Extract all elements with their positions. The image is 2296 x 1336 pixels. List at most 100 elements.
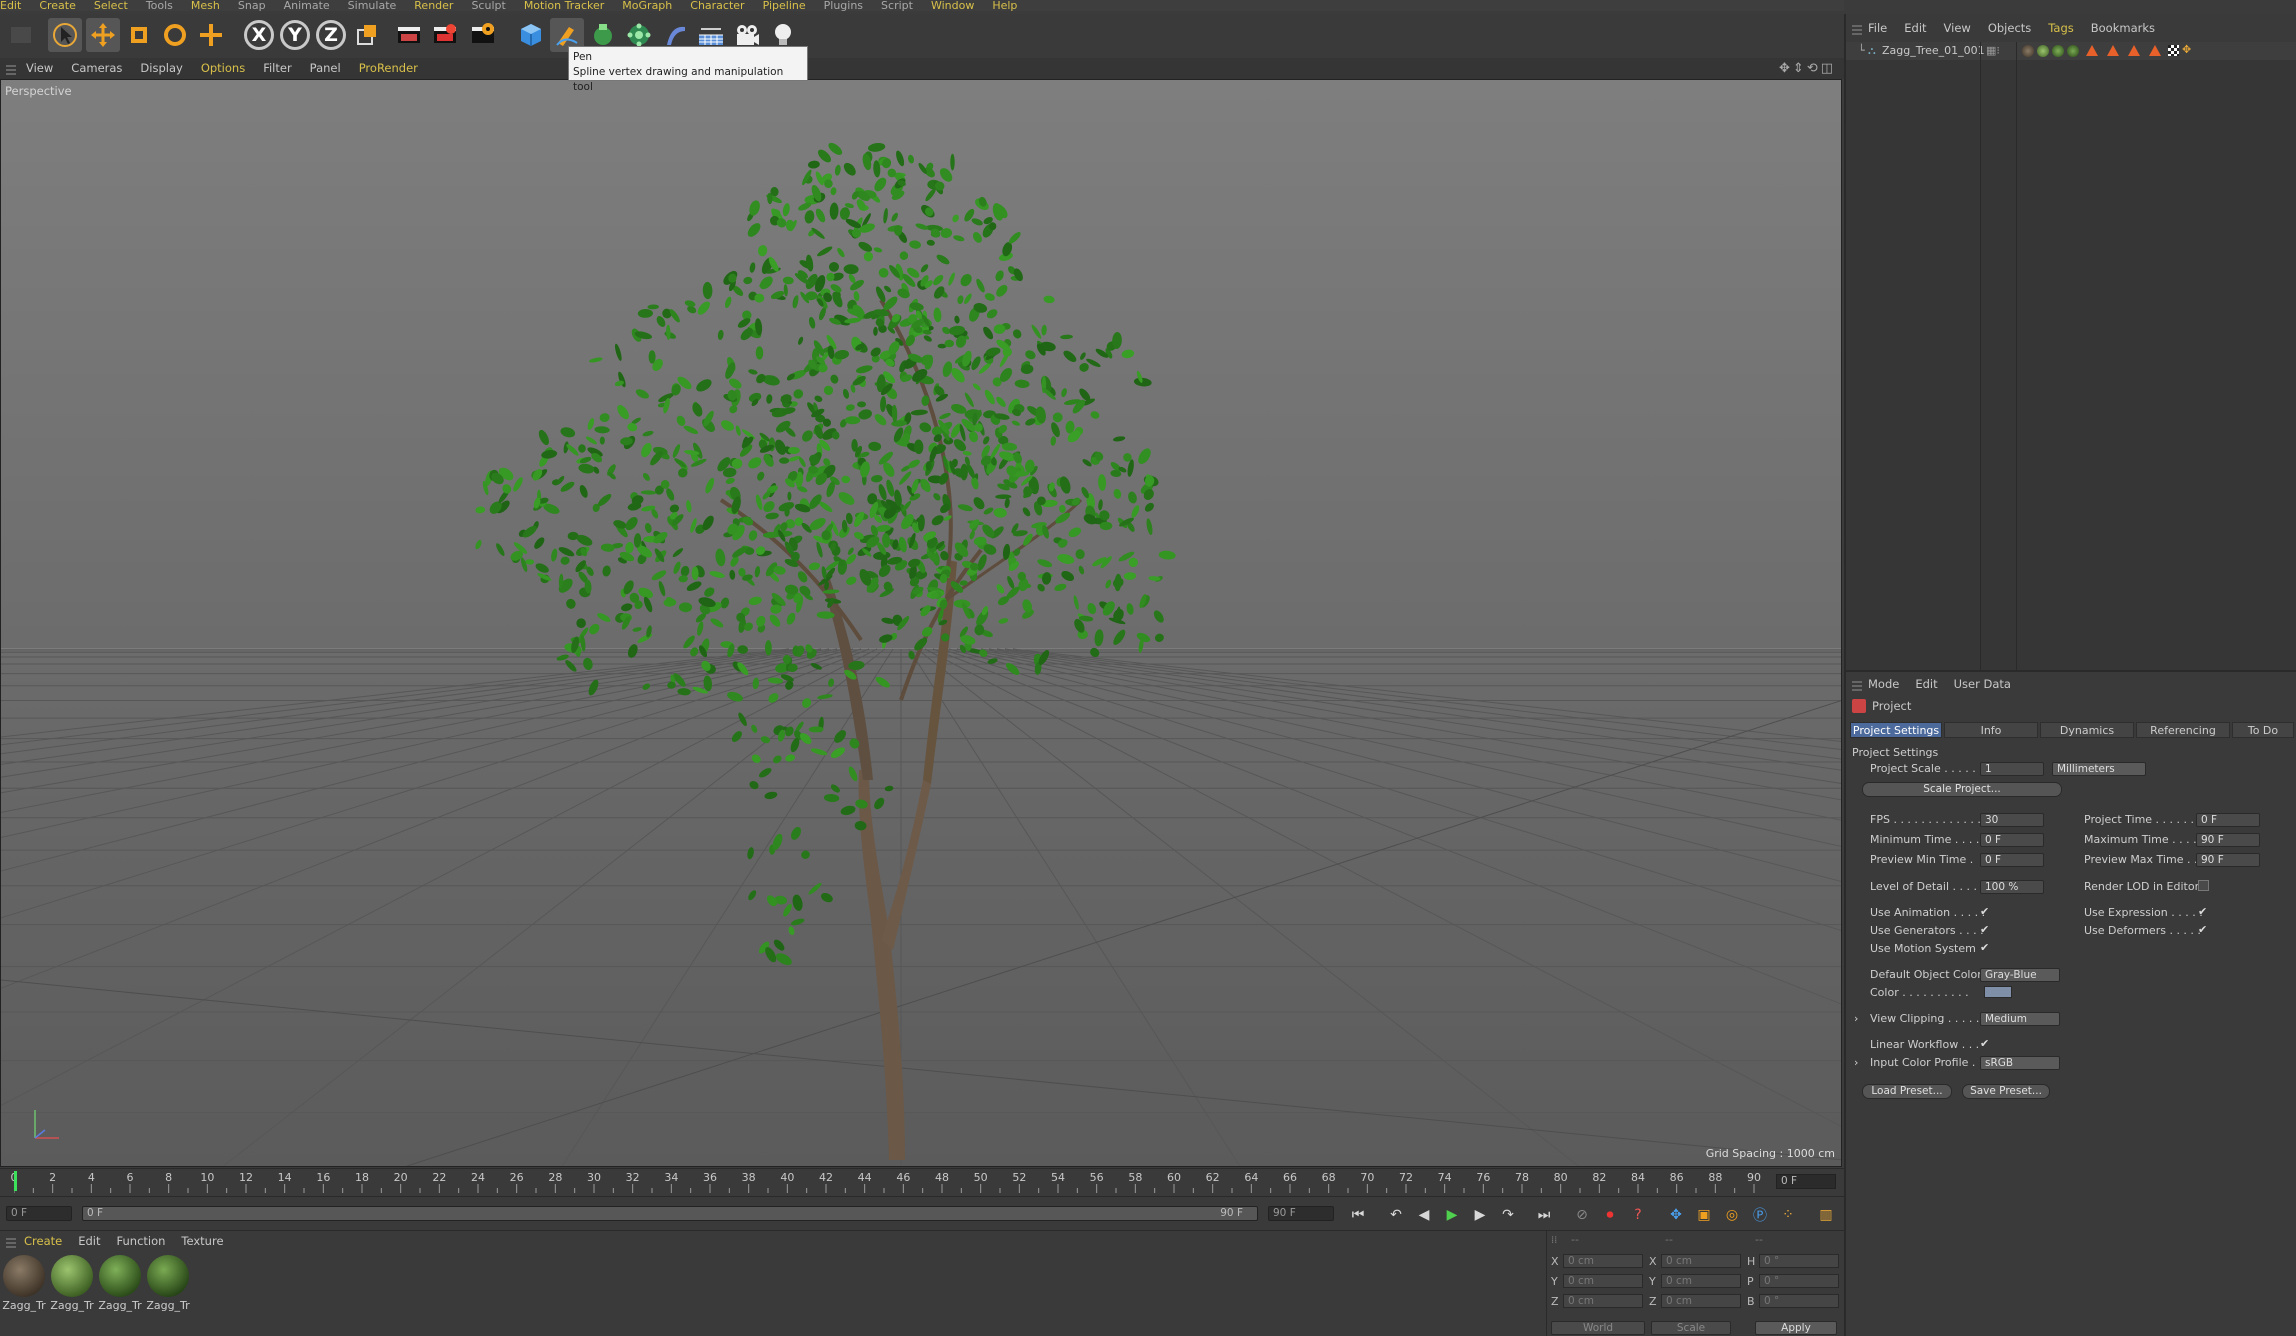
coord-value-field[interactable]: 0 cm — [1661, 1274, 1741, 1288]
coord-value-field[interactable]: 0 ° — [1759, 1254, 1839, 1268]
next-frame-icon[interactable]: ▶ — [1468, 1203, 1492, 1227]
object-menu-tags[interactable]: Tags — [2048, 21, 2073, 35]
tab-referencing[interactable]: Referencing — [2136, 722, 2230, 738]
material-menu-edit[interactable]: Edit — [78, 1234, 100, 1248]
coord-value-field[interactable]: 0 cm — [1563, 1294, 1643, 1308]
menu-script[interactable]: Script — [881, 0, 913, 11]
render-lod-checkbox[interactable] — [2198, 880, 2209, 891]
save-preset-button[interactable]: Save Preset... — [1962, 1084, 2050, 1099]
timeline-ruler[interactable]: 0246810121416182022242628303234363840424… — [0, 1168, 1844, 1196]
coord-value-field[interactable]: 0 cm — [1563, 1274, 1643, 1288]
viewport-menu-panel[interactable]: Panel — [310, 61, 341, 75]
menu-edit[interactable]: Edit — [0, 0, 21, 11]
menu-create[interactable]: Create — [39, 0, 76, 11]
object-row[interactable]: └ ⛬ Zagg_Tree_01_001 ▦⁝ ✥ — [1846, 42, 2296, 60]
material-slot[interactable]: Zagg_Tr — [2, 1255, 46, 1312]
material-menu-function[interactable]: Function — [117, 1234, 166, 1248]
menu-help[interactable]: Help — [992, 0, 1017, 11]
material-menu-create[interactable]: Create — [24, 1234, 62, 1248]
project-scale-unit-dropdown[interactable]: Millimeters — [2052, 762, 2146, 776]
next-key-icon[interactable]: ↷ — [1496, 1203, 1520, 1227]
visibility-toggle-icon[interactable]: ▦⁝ — [1986, 42, 2000, 60]
move-tool-button[interactable] — [86, 18, 120, 52]
lod-field[interactable]: 100 % — [1980, 880, 2044, 894]
coord-value-field[interactable]: 0 cm — [1661, 1294, 1741, 1308]
key-pla-icon[interactable]: ⁘ — [1776, 1203, 1800, 1227]
autokey-icon[interactable]: ? — [1626, 1203, 1650, 1227]
viewport-menu-cameras[interactable]: Cameras — [71, 61, 122, 75]
menu-tools[interactable]: Tools — [146, 0, 173, 11]
object-menu-file[interactable]: File — [1868, 21, 1887, 35]
viewport-menu-prorender[interactable]: ProRender — [359, 61, 418, 75]
attribute-menu-user-data[interactable]: User Data — [1954, 677, 2011, 691]
use-expression-checkbox[interactable]: ✔ — [2198, 906, 2209, 917]
undo-icon[interactable] — [4, 18, 38, 52]
coord-value-field[interactable]: 0 ° — [1759, 1274, 1839, 1288]
play-icon[interactable]: ▶ — [1440, 1203, 1464, 1227]
render-view-button[interactable] — [392, 18, 426, 52]
material-slot[interactable]: Zagg_Tr — [50, 1255, 94, 1312]
scale-dropdown[interactable]: Scale — [1651, 1321, 1731, 1335]
world-dropdown[interactable]: World — [1551, 1321, 1645, 1335]
view-clipping-expander-icon[interactable]: › — [1854, 1012, 1858, 1025]
tree-expander-icon[interactable]: └ — [1858, 42, 1865, 60]
menu-window[interactable]: Window — [931, 0, 974, 11]
preview-range-slider[interactable]: 0 F 90 F — [82, 1206, 1258, 1221]
coord-value-field[interactable]: 0 cm — [1661, 1254, 1741, 1268]
scale-tool-button[interactable] — [122, 18, 156, 52]
coord-value-field[interactable]: 0 cm — [1563, 1254, 1643, 1268]
object-list[interactable] — [1846, 60, 2296, 670]
use-animation-checkbox[interactable]: ✔ — [1980, 906, 1991, 917]
min-time-field[interactable]: 0 F — [1980, 833, 2044, 847]
recent-tools-button[interactable] — [194, 18, 228, 52]
linear-workflow-checkbox[interactable]: ✔ — [1980, 1038, 1991, 1049]
tab-to-do[interactable]: To Do — [2232, 722, 2294, 738]
preview-min-field[interactable]: 0 F — [1980, 853, 2044, 867]
load-preset-button[interactable]: Load Preset... — [1862, 1084, 1952, 1099]
key-rotation-icon[interactable]: ◎ — [1720, 1203, 1744, 1227]
viewport-menu-options[interactable]: Options — [201, 61, 245, 75]
apply-button[interactable]: Apply — [1755, 1321, 1837, 1335]
menu-animate[interactable]: Animate — [284, 0, 330, 11]
viewport-nav-icons[interactable]: ✥⇕⟲◫ — [1779, 58, 1836, 79]
input-profile-expander-icon[interactable]: › — [1854, 1056, 1858, 1069]
use-deformers-checkbox[interactable]: ✔ — [2198, 924, 2209, 935]
object-menu-edit[interactable]: Edit — [1904, 21, 1926, 35]
project-time-field[interactable]: 0 F — [2196, 813, 2260, 827]
menu-character[interactable]: Character — [690, 0, 744, 11]
viewport-menu-view[interactable]: View — [26, 61, 53, 75]
render-picture-viewer-button[interactable] — [428, 18, 462, 52]
menu-mesh[interactable]: Mesh — [191, 0, 220, 11]
tab-project-settings[interactable]: Project Settings — [1850, 722, 1942, 738]
tab-info[interactable]: Info — [1944, 722, 2038, 738]
perspective-viewport[interactable]: Perspective Grid Spacing : 1000 cm — [0, 79, 1842, 1167]
menu-render[interactable]: Render — [414, 0, 453, 11]
use-generators-checkbox[interactable]: ✔ — [1980, 924, 1991, 935]
material-menu-texture[interactable]: Texture — [181, 1234, 223, 1248]
menu-select[interactable]: Select — [94, 0, 128, 11]
attribute-menu-mode[interactable]: Mode — [1868, 677, 1899, 691]
key-position-icon[interactable]: ✥ — [1664, 1203, 1688, 1227]
viewport-menu-filter[interactable]: Filter — [263, 61, 291, 75]
default-color-dropdown[interactable]: Gray-Blue — [1980, 968, 2060, 982]
coord-value-field[interactable]: 0 ° — [1759, 1294, 1839, 1308]
rotate-tool-button[interactable] — [158, 18, 192, 52]
use-motion-checkbox[interactable]: ✔ — [1980, 942, 1991, 953]
color-swatch[interactable] — [1984, 986, 2012, 998]
project-scale-field[interactable]: 1 — [1980, 762, 2044, 776]
input-profile-dropdown[interactable]: sRGB — [1980, 1056, 2060, 1070]
tab-dynamics[interactable]: Dynamics — [2040, 722, 2134, 738]
current-frame-field[interactable]: 0 F — [1776, 1174, 1836, 1189]
object-name[interactable]: Zagg_Tree_01_001 — [1882, 42, 1985, 60]
y-axis-lock-button[interactable]: Y — [278, 18, 312, 52]
select-tool-button[interactable] — [48, 18, 82, 52]
menu-simulate[interactable]: Simulate — [348, 0, 397, 11]
menu-mograph[interactable]: MoGraph — [622, 0, 672, 11]
goto-start-icon[interactable]: ⏮ — [1346, 1203, 1370, 1227]
previous-frame-icon[interactable]: ◀ — [1412, 1203, 1436, 1227]
material-slot[interactable]: Zagg_Tr — [98, 1255, 142, 1312]
timeline-window-icon[interactable]: ▥ — [1814, 1203, 1838, 1227]
menu-pipeline[interactable]: Pipeline — [763, 0, 806, 11]
coordinate-system-button[interactable] — [350, 18, 384, 52]
preview-max-field[interactable]: 90 F — [2196, 853, 2260, 867]
